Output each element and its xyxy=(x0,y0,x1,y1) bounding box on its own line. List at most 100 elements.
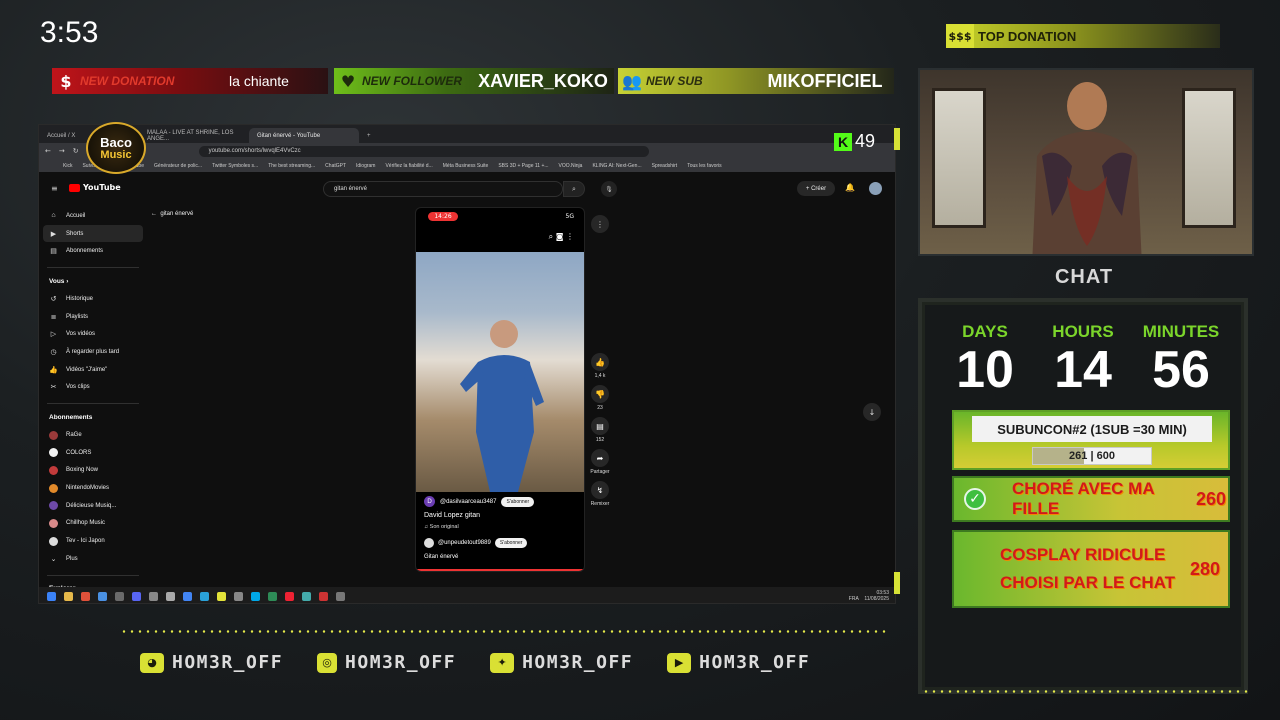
browser-tab-active[interactable]: Gitan énervé - YouTube xyxy=(249,128,359,143)
kick-icon: K xyxy=(834,132,852,151)
avatar[interactable] xyxy=(869,182,882,195)
reload-icon[interactable]: ↻ xyxy=(73,147,79,155)
dislike-action[interactable]: 👎 23 xyxy=(591,385,609,411)
bookmark-item[interactable]: The best streaming... xyxy=(268,163,315,169)
breadcrumb[interactable]: ← gitan énervé xyxy=(151,211,193,217)
sidebar-sub-item[interactable]: Chillhop Music xyxy=(43,515,143,533)
create-button[interactable]: + Créer xyxy=(797,181,835,196)
overlay-subscribe-button[interactable]: S'abonner xyxy=(494,538,528,548)
app-icon[interactable] xyxy=(200,591,209,601)
app-icon[interactable] xyxy=(217,591,226,601)
back-icon[interactable]: ← xyxy=(45,147,51,155)
sidebar-item-clips[interactable]: ✂ Vos clips xyxy=(43,379,143,397)
sidebar-sub-item[interactable]: Boxing Now xyxy=(43,462,143,480)
bookmarks-bar: Kick Suivis - Twitch YouTube Générateur … xyxy=(39,159,895,172)
sidebar-item-history[interactable]: ↺ Historique xyxy=(43,290,143,308)
share-action[interactable]: ➦ Partager xyxy=(590,449,610,475)
sidebar-item-watch-later[interactable]: ◷ À regarder plus tard xyxy=(43,343,143,361)
bookmark-item[interactable]: Twitter Symboles s... xyxy=(212,163,258,169)
youtube-logo[interactable]: YouTube xyxy=(69,183,121,192)
top-donation-bar: $$$ TOP DONATION xyxy=(946,24,1220,48)
bookmark-item[interactable]: Générateur de polic... xyxy=(154,163,202,169)
sub-goal-separator: | xyxy=(1090,450,1094,462)
shoji-window xyxy=(1182,88,1236,228)
app-icon[interactable] xyxy=(166,591,175,601)
sidebar-sub-item[interactable]: Délicieuse Musiq... xyxy=(43,497,143,515)
sidebar-item-playlists[interactable]: ≣ Playlists xyxy=(43,308,143,326)
sidebar-sub-item[interactable]: Tev - Ici Japon xyxy=(43,532,143,550)
sidebar-sub-item[interactable]: RaGe xyxy=(43,426,143,444)
comment-icon: ▤ xyxy=(591,417,609,435)
overlay-handle: @unpeudetout9889 xyxy=(438,540,491,546)
discord-icon[interactable] xyxy=(132,591,141,601)
app-icon[interactable] xyxy=(251,591,260,601)
next-short-button[interactable]: ↓ xyxy=(863,403,881,421)
sidebar-item-liked[interactable]: 👍 Vidéos "J'aime" xyxy=(43,361,143,379)
folder-icon[interactable] xyxy=(64,591,73,601)
overlay-channel: @unpeudetout9889 S'abonner xyxy=(424,538,528,548)
bookmark-item[interactable]: ChatGPT xyxy=(325,163,346,169)
start-icon[interactable] xyxy=(47,591,56,601)
address-bar[interactable]: youtube.com/shorts/lwvqlE4VvCzc xyxy=(198,145,649,157)
sidebar-item-shorts[interactable]: ▶ Shorts xyxy=(43,224,143,243)
bookmark-item[interactable]: SBS 3D + Page 11 +... xyxy=(498,163,548,169)
mic-icon[interactable]: 🎙 xyxy=(601,181,617,197)
short-sound[interactable]: ♫ Son original xyxy=(424,524,459,530)
days-label: DAYS xyxy=(962,322,1008,341)
comment-action[interactable]: ▤ 152 xyxy=(591,417,609,443)
social-youtube: ▶ HOM3R_OFF xyxy=(667,652,810,673)
sidebar-you-header[interactable]: Vous › xyxy=(43,272,143,290)
phone-time: 14:26 xyxy=(428,212,458,221)
like-action[interactable]: 👍 1,4 k xyxy=(591,353,609,379)
system-tray[interactable]: FRA 03:53 11/08/2025 xyxy=(849,590,889,602)
app-icon[interactable] xyxy=(336,591,345,601)
chrome-icon[interactable] xyxy=(183,591,192,601)
bookmark-item[interactable]: KLING AI: Next-Gen... xyxy=(592,163,641,169)
bookmark-item[interactable]: Spreadshirt xyxy=(652,163,678,169)
sidebar-item-your-videos[interactable]: ▷ Vos vidéos xyxy=(43,325,143,343)
app-icon[interactable] xyxy=(98,591,107,601)
channel-handle[interactable]: @dasilvaarceau3487 xyxy=(440,499,496,505)
forward-icon[interactable]: → xyxy=(59,147,65,155)
app-icon[interactable] xyxy=(234,591,243,601)
minutes-value: 56 xyxy=(1152,341,1210,399)
sidebar-item-home[interactable]: ⌂ Accueil xyxy=(43,207,143,225)
channel-avatar[interactable]: D xyxy=(424,496,435,507)
app-icon[interactable] xyxy=(81,591,90,601)
short-progress xyxy=(416,569,584,571)
app-icon[interactable] xyxy=(302,591,311,601)
browser-tab[interactable]: MALAA - LIVE AT SHRINE, LOS ANGE... xyxy=(139,128,249,143)
more-options-icon[interactable]: ⋮ xyxy=(591,215,609,233)
sub-goal-progress-text: 261 | 600 xyxy=(1033,448,1151,464)
twitter-icon: ✦ xyxy=(490,652,515,673)
new-sub-alert: 👥 NEW SUB MIKOFFICIEL xyxy=(618,68,894,94)
subscribe-button[interactable]: S'abonner xyxy=(501,496,535,507)
app-icon[interactable] xyxy=(285,591,294,601)
shorts-icon: ▶ xyxy=(50,230,57,238)
bell-icon[interactable]: 🔔 xyxy=(845,183,855,192)
users-icon: 👥 xyxy=(622,71,642,91)
short-video-player[interactable]: 14:26 5G ⌕ ◙ ⋮ D @dasilvaarceau3487 S'ab… xyxy=(415,207,585,572)
app-icon[interactable] xyxy=(115,591,124,601)
new-follower-value: XAVIER_KOKO xyxy=(478,70,608,91)
app-icon[interactable] xyxy=(149,591,158,601)
sidebar-sub-item[interactable]: NintendoMovies xyxy=(43,479,143,497)
remix-action[interactable]: ↯ Remixer xyxy=(591,481,609,507)
search-icon[interactable]: ⌕ xyxy=(563,181,585,197)
search-input[interactable]: gitan énervé xyxy=(323,181,563,197)
app-icon[interactable] xyxy=(268,591,277,601)
social-links: ◕ HOM3R_OFF ◎ HOM3R_OFF ✦ HOM3R_OFF ▶ HO… xyxy=(140,652,810,673)
bookmark-item[interactable]: Vérifiez la fiabilité d... xyxy=(385,163,432,169)
bookmark-item[interactable]: Kick xyxy=(63,163,72,169)
bookmark-item[interactable]: Tous les favoris xyxy=(687,163,721,169)
sidebar-item-subscriptions[interactable]: ▤ Abonnements xyxy=(43,242,143,260)
windows-taskbar: FRA 03:53 11/08/2025 xyxy=(39,587,895,603)
sidebar-more[interactable]: ⌄ Plus xyxy=(43,550,143,568)
youtube-music-icon[interactable] xyxy=(319,591,328,601)
menu-icon[interactable]: ≡ xyxy=(51,184,58,193)
bookmark-item[interactable]: Méta Business Suite xyxy=(443,163,489,169)
bookmark-item[interactable]: VOO.Ninja xyxy=(559,163,583,169)
new-tab-button[interactable]: + xyxy=(359,128,379,143)
bookmark-item[interactable]: Idiogram xyxy=(356,163,375,169)
sidebar-sub-item[interactable]: COLORS xyxy=(43,444,143,462)
